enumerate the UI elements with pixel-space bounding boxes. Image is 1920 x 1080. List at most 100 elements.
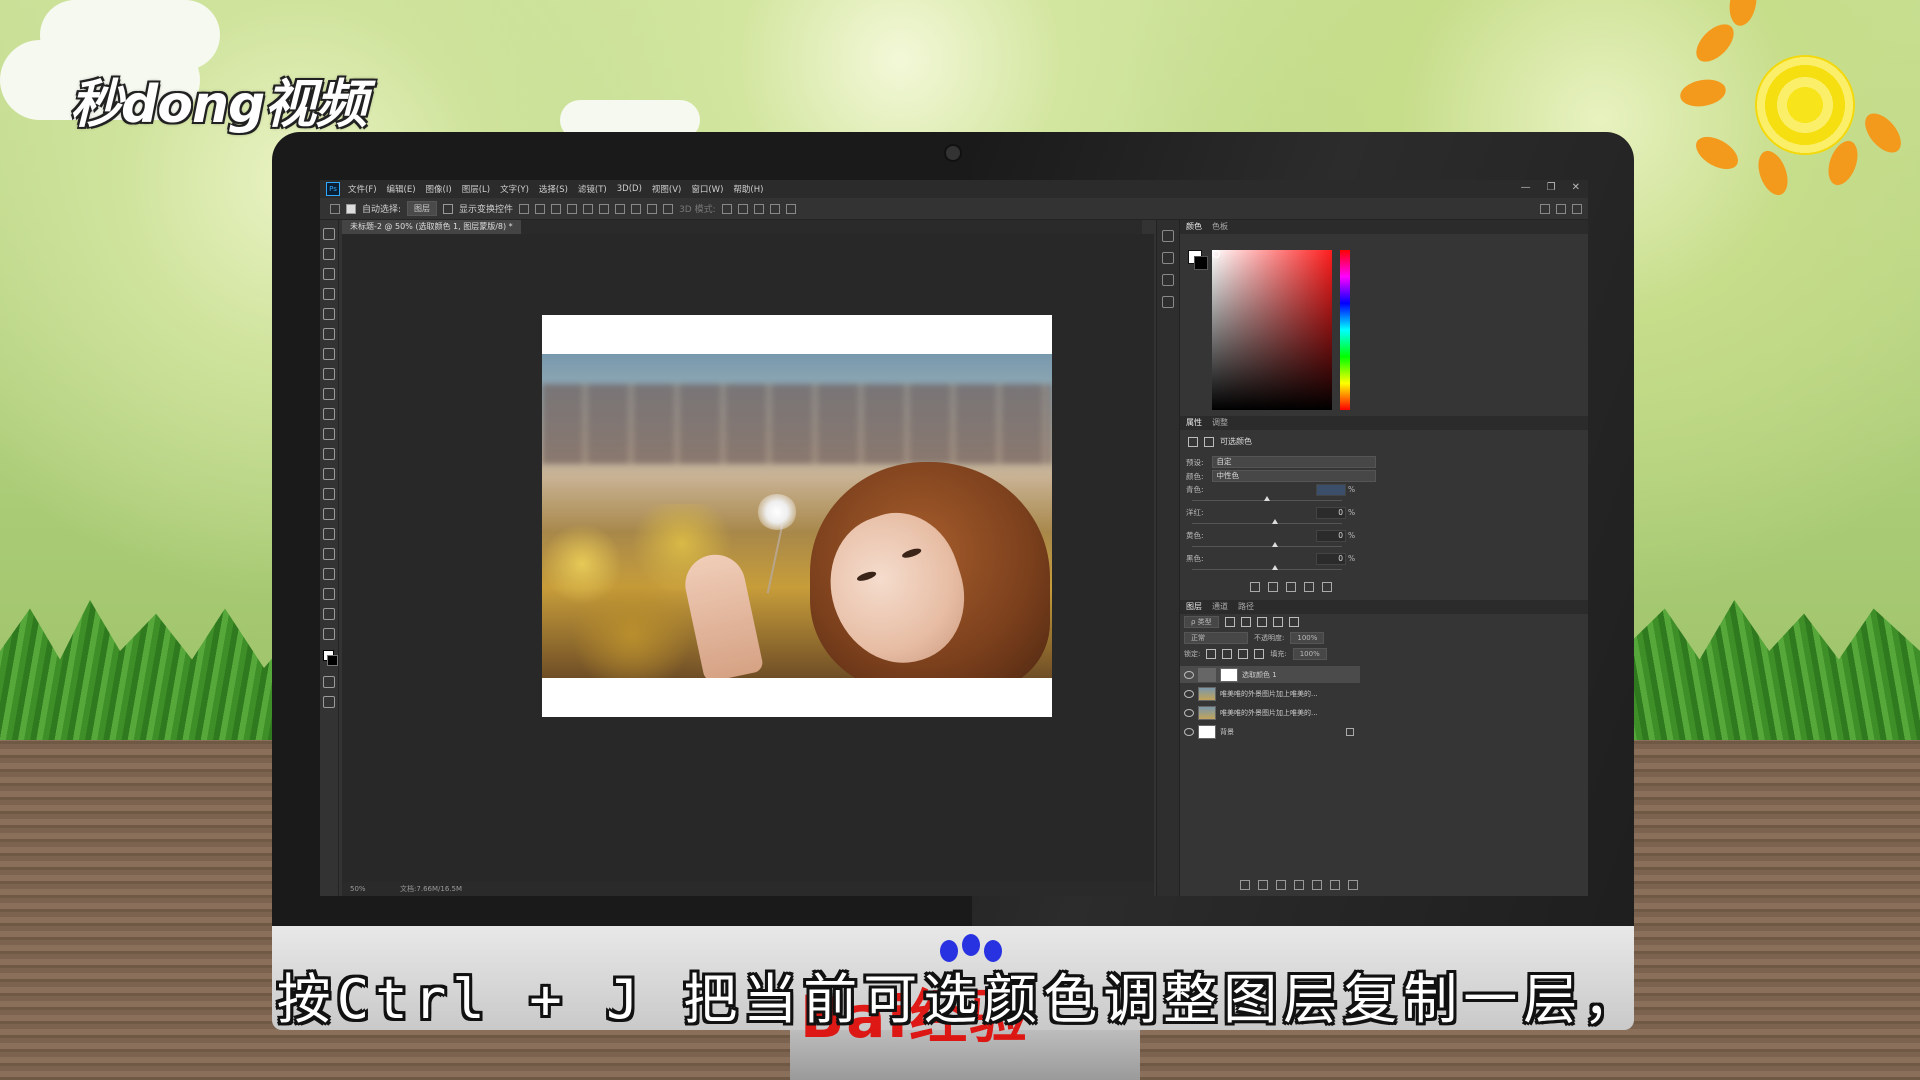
glyphs-icon[interactable] — [1162, 296, 1174, 308]
filter-pixel-icon[interactable] — [1224, 617, 1235, 627]
gradient-tool-icon[interactable] — [323, 448, 335, 460]
opacity-input[interactable]: 100% — [1290, 632, 1325, 644]
align-middle-icon[interactable] — [583, 203, 594, 214]
menu-3d[interactable]: 3D(D) — [617, 184, 642, 194]
tab-channels[interactable]: 通道 — [1212, 600, 1228, 614]
auto-select-checkbox[interactable] — [346, 203, 356, 214]
delete-layer-icon[interactable] — [1348, 880, 1358, 890]
hue-slider[interactable] — [1340, 250, 1350, 410]
slider-value-input[interactable] — [1316, 484, 1346, 496]
slider-knob[interactable] — [1271, 542, 1278, 547]
layer-style-icon[interactable] — [1258, 880, 1268, 890]
slider-track[interactable] — [1192, 546, 1342, 547]
tab-swatches[interactable]: 色板 — [1212, 220, 1228, 234]
photoshop-app-icon[interactable]: Ps — [326, 182, 340, 196]
visibility-icon[interactable] — [1304, 582, 1314, 592]
eye-icon[interactable] — [1184, 727, 1194, 736]
layer-row[interactable]: 选取颜色 1 — [1180, 666, 1360, 683]
quick-select-tool-icon[interactable] — [323, 288, 335, 300]
slider-knob[interactable] — [1264, 496, 1270, 501]
rectangle-tool-icon[interactable] — [323, 568, 335, 580]
menu-type[interactable]: 文字(Y) — [500, 183, 529, 195]
eye-icon[interactable] — [1184, 708, 1194, 717]
hand-tool-icon[interactable] — [323, 588, 335, 600]
menu-file[interactable]: 文件(F) — [348, 183, 377, 195]
3d-rotate-icon[interactable] — [721, 203, 732, 214]
filter-adjustment-icon[interactable] — [1240, 617, 1251, 627]
blend-mode-dropdown[interactable]: 正常 — [1184, 632, 1248, 644]
document-canvas[interactable] — [542, 315, 1052, 717]
minimize-button[interactable]: — — [1521, 182, 1531, 193]
pen-tool-icon[interactable] — [323, 508, 335, 520]
color-swatches[interactable] — [320, 648, 338, 668]
character-icon[interactable] — [1162, 252, 1174, 264]
menu-image[interactable]: 图像(I) — [426, 183, 452, 195]
align-right-icon[interactable] — [551, 203, 562, 214]
canvas-area[interactable] — [342, 234, 1154, 882]
background-color[interactable] — [1194, 256, 1208, 270]
layer-row[interactable]: 唯美唯的外景图片加上唯美的... — [1180, 685, 1360, 702]
layer-mask-thumbnail[interactable] — [1220, 667, 1238, 682]
crop-tool-icon[interactable] — [323, 308, 335, 320]
reset-icon[interactable] — [1286, 582, 1296, 592]
brush-tool-icon[interactable] — [323, 368, 335, 380]
view-previous-icon[interactable] — [1268, 582, 1278, 592]
quick-mask-icon[interactable] — [323, 676, 335, 688]
eyedropper-tool-icon[interactable] — [323, 328, 335, 340]
layer-filter-dropdown[interactable]: ρ 类型 — [1184, 616, 1219, 628]
auto-select-dropdown[interactable]: 图层 — [407, 201, 438, 216]
clone-stamp-tool-icon[interactable] — [323, 388, 335, 400]
3d-scale-icon[interactable] — [785, 203, 796, 214]
menu-edit[interactable]: 编辑(E) — [387, 183, 416, 195]
slider-track[interactable] — [1192, 523, 1342, 524]
zoom-tool-icon[interactable] — [323, 608, 335, 620]
history-brush-tool-icon[interactable] — [323, 408, 335, 420]
slider-track[interactable] — [1192, 569, 1342, 570]
3d-slide-icon[interactable] — [769, 203, 780, 214]
marquee-tool-icon[interactable] — [323, 248, 335, 260]
slider-value-input[interactable]: 0 — [1316, 553, 1346, 565]
lock-transparent-icon[interactable] — [1206, 649, 1217, 659]
new-adjustment-icon[interactable] — [1294, 880, 1304, 890]
menu-help[interactable]: 帮助(H) — [733, 183, 763, 195]
workspace-icon[interactable] — [1556, 203, 1566, 214]
menu-window[interactable]: 窗口(W) — [691, 183, 723, 195]
link-layers-icon[interactable] — [1240, 880, 1250, 890]
eye-icon[interactable] — [1184, 689, 1194, 698]
add-mask-icon[interactable] — [1276, 880, 1286, 890]
search-icon[interactable] — [1540, 203, 1550, 214]
color-picker-field[interactable] — [1212, 250, 1332, 410]
preset-dropdown[interactable]: 自定 — [1211, 456, 1376, 468]
clip-to-layer-icon[interactable] — [1250, 582, 1260, 592]
auto-align-icon[interactable] — [663, 203, 674, 214]
menu-select[interactable]: 选择(S) — [539, 183, 568, 195]
menu-filter[interactable]: 滤镜(T) — [578, 183, 607, 195]
healing-brush-tool-icon[interactable] — [323, 348, 335, 360]
type-tool-icon[interactable] — [323, 528, 335, 540]
show-transform-checkbox[interactable] — [443, 203, 454, 214]
move-tool-icon[interactable] — [330, 203, 340, 214]
layer-row[interactable]: 背景 — [1180, 723, 1360, 740]
lasso-tool-icon[interactable] — [323, 268, 335, 280]
tab-properties[interactable]: 属性 — [1186, 416, 1202, 430]
slider-knob[interactable] — [1271, 519, 1278, 524]
blur-tool-icon[interactable] — [323, 468, 335, 480]
fill-input[interactable]: 100% — [1292, 648, 1327, 660]
menu-view[interactable]: 视图(V) — [652, 183, 681, 195]
eye-icon[interactable] — [1184, 670, 1194, 679]
eraser-tool-icon[interactable] — [323, 428, 335, 440]
align-top-icon[interactable] — [567, 203, 578, 214]
document-tab[interactable]: 未标题-2 @ 50% (选取颜色 1, 图层蒙版/8) * — [342, 220, 521, 234]
3d-pan-icon[interactable] — [753, 203, 764, 214]
filter-smart-icon[interactable] — [1288, 617, 1299, 627]
tab-layers[interactable]: 图层 — [1186, 600, 1202, 614]
share-icon[interactable] — [1572, 203, 1582, 214]
lock-position-icon[interactable] — [1238, 649, 1249, 659]
align-left-icon[interactable] — [519, 203, 530, 214]
slider-value-input[interactable]: 0 — [1316, 530, 1346, 542]
align-bottom-icon[interactable] — [599, 203, 610, 214]
zoom-level[interactable]: 50% — [350, 885, 366, 893]
distribute-icon[interactable] — [647, 203, 658, 214]
path-select-tool-icon[interactable] — [323, 548, 335, 560]
lock-all-icon[interactable] — [1254, 649, 1265, 659]
